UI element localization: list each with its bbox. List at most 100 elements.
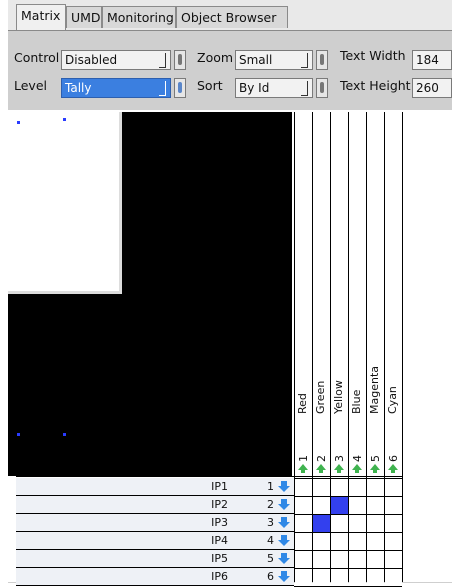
zoom-value: Small	[239, 53, 273, 67]
destination-number: 3	[333, 455, 346, 462]
crosspoint-cell[interactable]	[385, 497, 402, 514]
sort-select[interactable]: By Id	[235, 78, 313, 98]
field-notch	[159, 53, 166, 68]
destination-header[interactable]	[294, 112, 312, 476]
destination-header[interactable]	[348, 112, 366, 476]
crosspoint-cell[interactable]	[313, 497, 330, 514]
grid-column-line	[402, 112, 403, 582]
destination-number: 4	[351, 455, 364, 462]
crosspoint-cell[interactable]	[367, 515, 384, 532]
take-up-icon[interactable]	[352, 464, 362, 474]
source-row[interactable]	[16, 514, 294, 532]
tab-umd[interactable]: UMD	[66, 6, 102, 28]
take-up-icon[interactable]	[388, 464, 398, 474]
source-row[interactable]	[16, 550, 294, 568]
grid-row-line	[294, 478, 402, 479]
crosspoint-cell[interactable]	[349, 497, 366, 514]
source-name: IP5	[211, 552, 228, 565]
zoom-select[interactable]: Small	[235, 50, 313, 70]
tab-object-browser[interactable]: Object Browser	[176, 6, 288, 28]
zoom-dropdown-button[interactable]	[316, 50, 328, 70]
crosspoint-cell[interactable]	[349, 533, 366, 550]
crosspoint-cell[interactable]	[367, 497, 384, 514]
source-number: 3	[267, 516, 274, 529]
crosspoint-cell[interactable]	[331, 533, 348, 550]
grid-row-line	[294, 550, 402, 551]
source-name: IP4	[211, 534, 228, 547]
crosspoint-cell[interactable]	[313, 533, 330, 550]
grid-row-line	[16, 476, 402, 477]
level-select[interactable]: Tally	[61, 78, 171, 98]
tab-matrix[interactable]: Matrix	[16, 4, 66, 30]
preview-corner-marker	[17, 121, 20, 124]
crosspoint-cell[interactable]	[349, 569, 366, 586]
sort-dropdown-button[interactable]	[316, 78, 328, 98]
crosspoint-cell[interactable]	[349, 551, 366, 568]
crosspoint-cell[interactable]	[385, 569, 402, 586]
take-down-icon[interactable]	[278, 481, 290, 493]
control-dropdown-button[interactable]	[174, 50, 186, 70]
text-width-input[interactable]: 184	[412, 50, 452, 70]
source-row[interactable]	[16, 496, 294, 514]
take-down-icon[interactable]	[278, 517, 290, 529]
destination-header[interactable]	[312, 112, 330, 476]
destination-header[interactable]	[330, 112, 348, 476]
crosspoint-cell[interactable]	[385, 515, 402, 532]
crosspoint-cell[interactable]	[295, 569, 312, 586]
crosspoint-cell[interactable]	[331, 515, 348, 532]
source-row[interactable]	[16, 478, 294, 496]
crosspoint-cell[interactable]	[385, 533, 402, 550]
level-dropdown-button[interactable]	[174, 78, 186, 98]
source-name: IP1	[211, 480, 228, 493]
take-down-icon[interactable]	[278, 499, 290, 511]
take-up-icon[interactable]	[298, 464, 308, 474]
control-select[interactable]: Disabled	[61, 50, 171, 70]
crosspoint-cell[interactable]	[385, 551, 402, 568]
take-up-icon[interactable]	[334, 464, 344, 474]
tab-monitoring[interactable]: Monitoring	[102, 6, 176, 28]
take-down-icon[interactable]	[278, 553, 290, 565]
crosspoint-cell[interactable]	[367, 533, 384, 550]
crosspoint-cell[interactable]	[367, 569, 384, 586]
preview-corner-marker	[63, 118, 66, 121]
crosspoint-cell[interactable]	[295, 533, 312, 550]
crosspoint-cell[interactable]	[295, 551, 312, 568]
crosspoint-cell[interactable]	[313, 551, 330, 568]
source-row[interactable]	[16, 532, 294, 550]
crosspoint-cell[interactable]	[313, 569, 330, 586]
preview-frame	[8, 112, 122, 294]
crosspoint-cell[interactable]	[331, 479, 348, 496]
crosspoint-cell[interactable]	[295, 497, 312, 514]
crosspoint-cell[interactable]	[313, 479, 330, 496]
crosspoint-cell[interactable]	[295, 479, 312, 496]
text-height-label: Text Height	[340, 78, 411, 93]
preview-corner-marker	[17, 433, 20, 436]
source-row[interactable]	[16, 568, 294, 586]
crosspoint-cell[interactable]	[313, 515, 330, 532]
destination-name: Magenta	[368, 365, 381, 414]
crosspoint-cell[interactable]	[349, 515, 366, 532]
crosspoint-cell[interactable]	[331, 497, 348, 514]
crosspoint-cell[interactable]	[385, 479, 402, 496]
control-value: Disabled	[65, 53, 118, 67]
take-up-icon[interactable]	[316, 464, 326, 474]
tab-strip: Matrix UMD Monitoring Object Browser	[8, 0, 452, 32]
crosspoint-cell[interactable]	[331, 551, 348, 568]
field-notch	[301, 81, 308, 96]
crosspoint-cell[interactable]	[295, 515, 312, 532]
crosspoint-cell[interactable]	[367, 479, 384, 496]
take-up-icon[interactable]	[370, 464, 380, 474]
destination-header[interactable]	[366, 112, 384, 476]
source-number: 2	[267, 498, 274, 511]
take-down-icon[interactable]	[278, 571, 290, 583]
destination-number: 6	[387, 455, 400, 462]
crosspoint-cell[interactable]	[349, 479, 366, 496]
crosspoint-cell[interactable]	[331, 569, 348, 586]
destination-header[interactable]	[384, 112, 402, 476]
crosspoint-cell[interactable]	[367, 551, 384, 568]
text-height-input[interactable]: 260	[412, 78, 452, 98]
take-down-icon[interactable]	[278, 535, 290, 547]
source-number: 1	[267, 480, 274, 493]
level-label: Level	[14, 78, 47, 93]
grid-column-line	[294, 112, 295, 582]
